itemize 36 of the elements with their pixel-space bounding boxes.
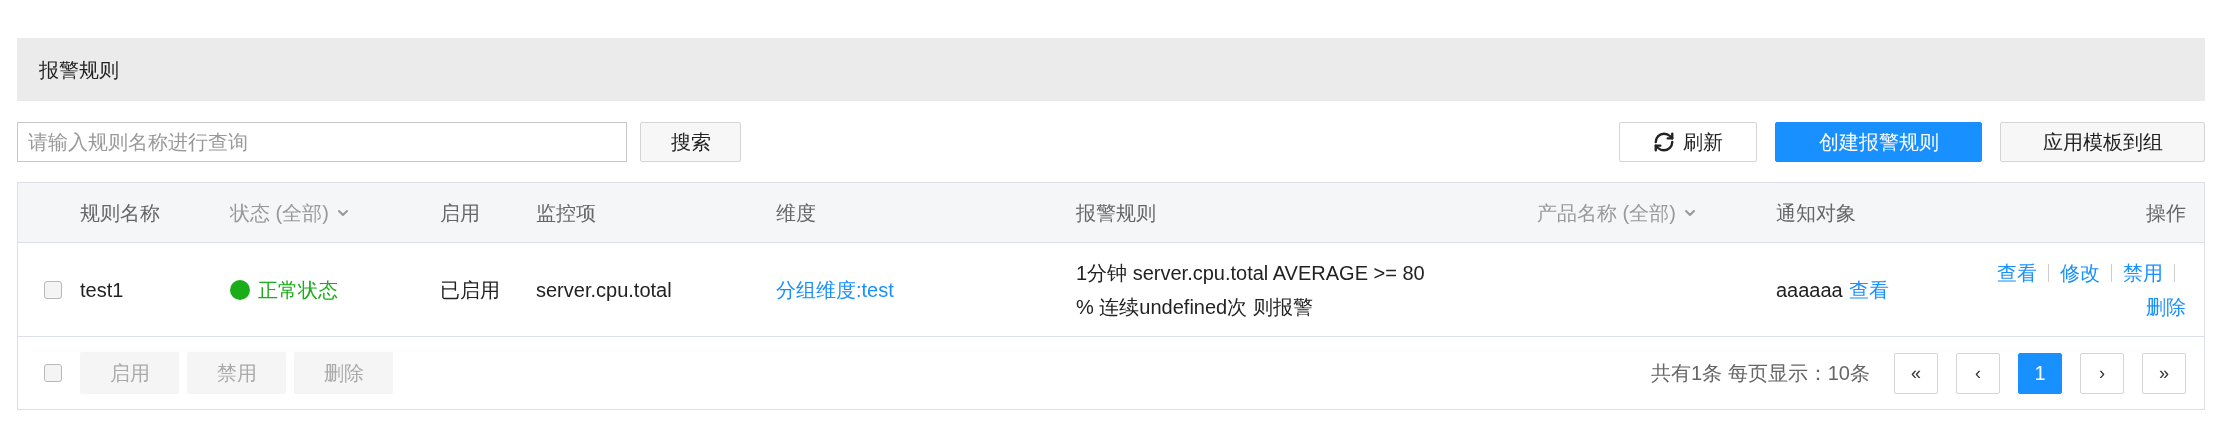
action-link[interactable]: 修改 (2060, 255, 2100, 290)
action-link[interactable]: 查看 (1997, 255, 2037, 290)
enabled-text: 已启用 (440, 278, 500, 301)
refresh-button[interactable]: 刷新 (1619, 122, 1757, 162)
search-button[interactable]: 搜索 (640, 122, 741, 162)
column-header[interactable]: 状态 (全部) (230, 197, 351, 228)
column-header: 通知对象 (1776, 200, 1856, 226)
column-header: 维度 (776, 200, 816, 226)
checkbox[interactable] (44, 364, 62, 382)
page-button[interactable]: » (2142, 352, 2186, 394)
column-header: 启用 (440, 200, 480, 226)
rule-name: test1 (80, 278, 124, 301)
action-link[interactable]: 禁用 (2123, 255, 2163, 290)
page-title: 报警规则 (39, 57, 119, 83)
rule-text: 1分钟 server.cpu.total AVERAGE >= 80 % 连续undefined次 则报警 (1076, 260, 1426, 320)
status-text: 正常状态 (258, 277, 338, 303)
metric-text: server.cpu.total (536, 278, 672, 301)
page-button[interactable]: « (1894, 352, 1938, 394)
search-field[interactable]: 请输入规则名称进行查询 (17, 122, 627, 162)
column-header: 报警规则 (1076, 200, 1156, 226)
pagination-summary: 共有1条 每页显示：10条 (1651, 361, 1870, 386)
refresh-icon (1653, 131, 1675, 153)
action-link[interactable]: 删除 (2146, 289, 2186, 324)
column-header[interactable]: 产品名称 (全部) (1537, 197, 1698, 228)
apply-template-button[interactable]: 应用模板到组 (2000, 122, 2205, 162)
checkbox[interactable] (44, 280, 62, 299)
column-header: 监控项 (536, 200, 596, 226)
dimension-link[interactable]: 分组维度:test (776, 278, 894, 301)
view-link[interactable]: 查看 (1848, 274, 1889, 305)
create-rule-button[interactable]: 创建报警规则 (1775, 122, 1982, 162)
notify-target: aaaaaa (1776, 277, 1843, 303)
column-header: 规则名称 (80, 200, 160, 226)
page-button[interactable]: › (2080, 352, 2124, 394)
page-button[interactable]: ‹ (1956, 352, 2000, 394)
column-header: 操作 (2146, 200, 2186, 226)
page-button[interactable]: 1 (2018, 352, 2062, 394)
